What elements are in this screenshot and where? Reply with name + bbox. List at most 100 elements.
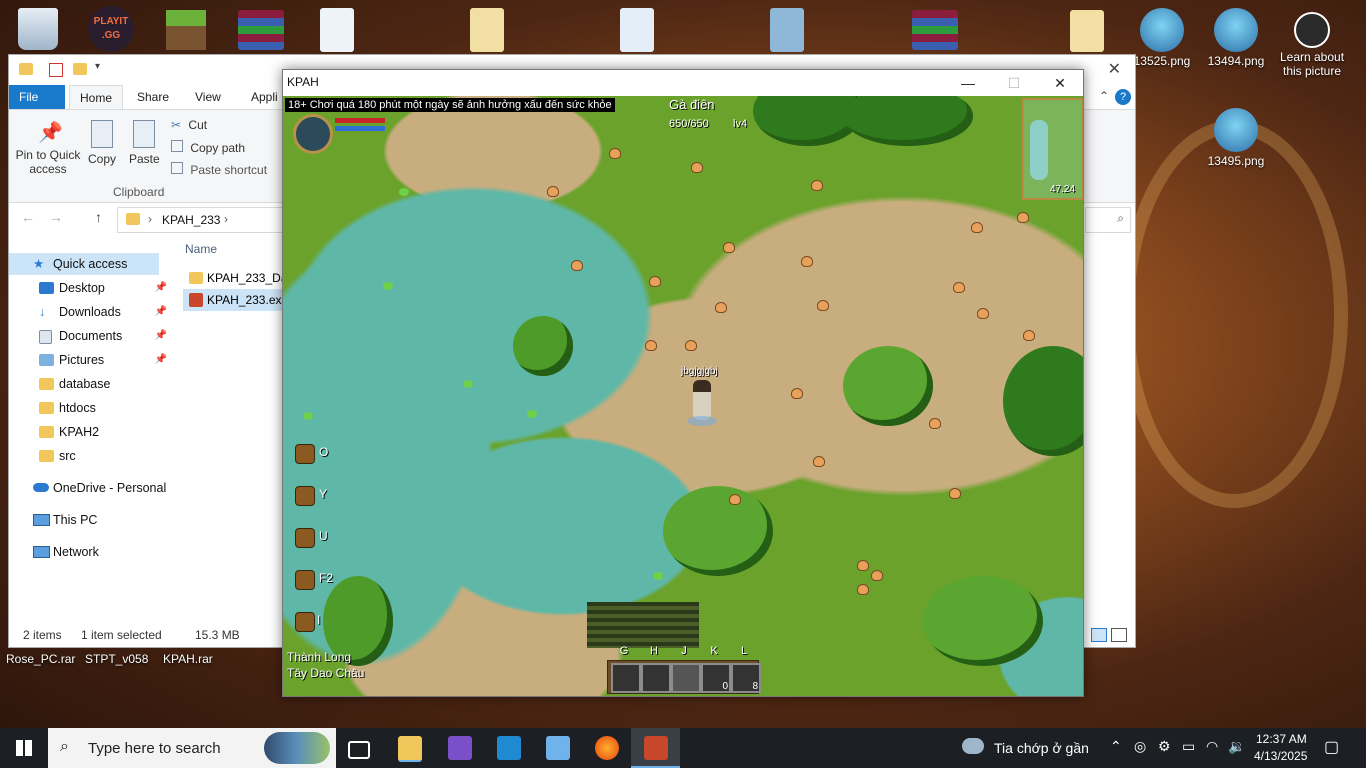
player-avatar[interactable] [293, 114, 333, 154]
minimize-button[interactable]: — [945, 70, 991, 96]
side-button-info[interactable] [295, 612, 315, 632]
weather-icon[interactable] [962, 738, 984, 754]
monster[interactable] [649, 276, 661, 287]
monster[interactable] [691, 162, 703, 173]
tab-share[interactable]: Share [127, 85, 179, 109]
back-arrow-icon[interactable]: ← [21, 209, 35, 225]
chevron-up-icon[interactable]: ⌃ [1110, 738, 1122, 755]
file-row[interactable]: KPAH_233_Dat [183, 267, 291, 289]
details-view-icon[interactable] [1091, 628, 1107, 642]
file-row-selected[interactable]: KPAH_233.exe [183, 289, 288, 311]
monster[interactable] [729, 494, 741, 505]
ribbon-collapse-icon[interactable]: ⌃ [1099, 89, 1109, 103]
monster[interactable] [857, 560, 869, 571]
monster[interactable] [813, 456, 825, 467]
monster[interactable] [609, 148, 621, 159]
nav-this-pc[interactable]: This PC [9, 509, 161, 531]
side-button-quest[interactable] [295, 444, 315, 464]
learn-about-picture[interactable]: Learn about this picture [1272, 12, 1352, 78]
desktop-file-rose-pc[interactable]: Rose_PC.rar [6, 652, 75, 666]
monster[interactable] [857, 584, 869, 595]
nav-htdocs[interactable]: htdocs [9, 397, 167, 419]
help-icon[interactable]: ? [1115, 89, 1131, 105]
desktop-file-13495[interactable]: 13495.png [1198, 108, 1274, 168]
battery-icon[interactable]: ▭ [1182, 738, 1195, 755]
nav-src[interactable]: src [9, 445, 167, 467]
tab-home[interactable]: Home [69, 85, 124, 110]
monster[interactable] [949, 488, 961, 499]
cut-button[interactable]: ✂ Cut [171, 118, 207, 132]
monster[interactable] [977, 308, 989, 319]
firefox-icon[interactable] [595, 736, 619, 760]
notifications-icon[interactable]: ▢ [1324, 737, 1339, 757]
task-view-icon[interactable] [348, 741, 370, 759]
start-button[interactable] [0, 728, 48, 768]
monster[interactable] [1023, 330, 1035, 341]
game-titlebar[interactable]: KPAH — ☐ ✕ [283, 70, 1083, 96]
forward-arrow-icon[interactable]: → [49, 209, 63, 225]
document-icon[interactable] [620, 8, 654, 52]
weather-text[interactable]: Tia chớp ở gần [994, 740, 1089, 756]
pin-quick-access-button[interactable]: 📌 Pin to Quick access [13, 120, 83, 176]
tab-file[interactable]: File [9, 85, 65, 109]
monster[interactable] [817, 300, 829, 311]
paste-shortcut-button[interactable]: Paste shortcut [171, 162, 267, 177]
folder-icon[interactable] [470, 8, 504, 52]
clock-time[interactable]: 12:37 AM [1256, 732, 1307, 746]
game-taskbar-button[interactable] [631, 728, 680, 768]
nav-network[interactable]: Network [9, 541, 161, 563]
chevron-down-icon[interactable]: ▾ [95, 61, 100, 72]
monster[interactable] [715, 302, 727, 313]
side-button-mount[interactable] [295, 570, 315, 590]
nav-database[interactable]: database [9, 373, 167, 395]
minecraft-icon[interactable] [166, 10, 206, 50]
hotkey-slot-k[interactable]: 0 [701, 663, 731, 693]
tab-view[interactable]: View [185, 85, 231, 109]
playit-icon[interactable]: PLAYIT .GG [88, 6, 134, 52]
clock-date[interactable]: 4/13/2025 [1254, 749, 1307, 763]
minimap[interactable]: 47.24 [1022, 98, 1083, 200]
monster[interactable] [929, 418, 941, 429]
player-character[interactable] [693, 380, 711, 420]
headset-icon[interactable]: ◎ [1134, 738, 1146, 755]
nav-kpah2[interactable]: KPAH2 [9, 421, 167, 443]
network-tray-icon[interactable]: ⚙ [1158, 738, 1171, 755]
column-header-name[interactable]: Name [185, 242, 217, 256]
folder-icon[interactable] [1070, 10, 1104, 52]
monster[interactable] [791, 388, 803, 399]
visual-studio-icon[interactable] [448, 736, 472, 760]
close-icon[interactable]: ✕ [1108, 59, 1121, 79]
game-canvas[interactable]: jbgjgjgbj 18+ Chơi quá 180 phút một ngày… [283, 96, 1083, 696]
copy-button[interactable]: Copy [87, 120, 117, 166]
monster[interactable] [801, 256, 813, 267]
recycle-bin-icon[interactable] [18, 8, 58, 50]
side-button-character[interactable] [295, 528, 315, 548]
document-icon[interactable] [320, 8, 354, 52]
close-button[interactable]: ✕ [1037, 70, 1083, 96]
monster[interactable] [645, 340, 657, 351]
hotkey-slot-j[interactable] [671, 663, 701, 693]
large-icons-view-icon[interactable] [1111, 628, 1127, 642]
monster[interactable] [547, 186, 559, 197]
winrar-icon[interactable] [238, 10, 284, 50]
monster[interactable] [1017, 212, 1029, 223]
copy-path-button[interactable]: Copy path [171, 140, 245, 155]
file-explorer-taskbar-icon[interactable] [398, 736, 422, 762]
search-box[interactable]: ⌕ [1085, 207, 1131, 233]
winrar-icon[interactable] [912, 10, 958, 50]
up-arrow-icon[interactable]: ↑ [95, 209, 102, 225]
new-folder-icon[interactable] [73, 63, 87, 75]
monster[interactable] [971, 222, 983, 233]
nav-onedrive[interactable]: OneDrive - Personal [9, 477, 169, 499]
desktop-file-stpt[interactable]: STPT_v058 [85, 652, 148, 666]
nav-pictures[interactable]: Pictures 📌 [9, 349, 167, 371]
wifi-icon[interactable]: ◠ [1206, 738, 1218, 755]
volume-icon[interactable]: 🔉 [1228, 738, 1245, 755]
hotkey-slot-g[interactable] [611, 663, 641, 693]
desktop-file-kpah-rar[interactable]: KPAH.rar [163, 652, 213, 666]
side-button-inventory[interactable] [295, 486, 315, 506]
monster[interactable] [953, 282, 965, 293]
taskbar-search[interactable]: ⌕ Type here to search [48, 728, 336, 768]
properties-icon[interactable] [49, 63, 63, 77]
document-icon[interactable] [770, 8, 804, 52]
